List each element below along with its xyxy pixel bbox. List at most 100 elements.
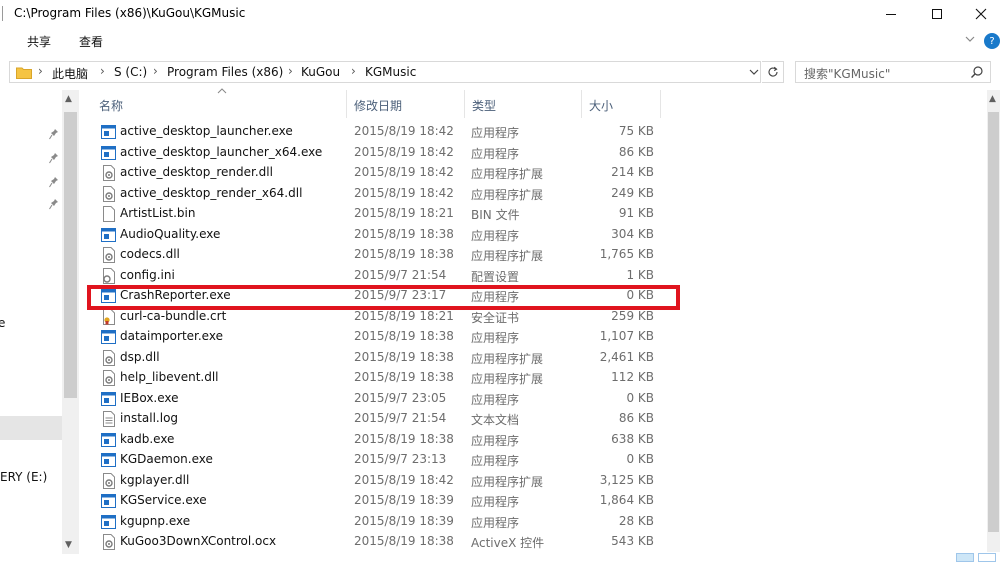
file-type: 应用程序 (471, 515, 520, 530)
file-date: 2015/8/19 18:42 (354, 472, 454, 487)
scroll-down-icon[interactable]: ▼ (65, 540, 72, 550)
file-row[interactable]: active_desktop_launcher_x64.exe 2015/8/19… (96, 143, 676, 163)
ribbon-tabs: 共享 查看 ? (0, 28, 1000, 54)
config-file-icon (101, 267, 116, 284)
file-size: 1 KB (626, 267, 654, 282)
file-list-scrollbar[interactable]: ▲ (987, 90, 1000, 552)
nav-scroll-thumb[interactable] (64, 112, 77, 398)
breadcrumb-kugou[interactable]: KuGou (301, 65, 340, 79)
file-list-scroll-thumb[interactable] (988, 112, 999, 532)
column-header-date[interactable]: 修改日期 (347, 90, 465, 118)
nav-item-selected[interactable] (0, 416, 62, 440)
file-size: 304 KB (611, 226, 654, 241)
tab-view[interactable]: 查看 (79, 33, 103, 50)
tab-share[interactable]: 共享 (27, 33, 51, 50)
file-row[interactable]: kgplayer.dll 2015/8/19 18:42 应用程序扩展 3,125 K… (96, 471, 676, 491)
file-type: 应用程序 (471, 228, 520, 243)
file-name: kgplayer.dll (120, 472, 190, 487)
breadcrumb-separator[interactable]: › (38, 64, 43, 78)
search-icon[interactable] (970, 65, 984, 79)
file-row[interactable]: dsp.dll 2015/8/19 18:38 应用程序扩展 2,461 KB (96, 348, 676, 368)
chevron-down-icon[interactable] (748, 65, 760, 79)
pin-icon[interactable] (49, 152, 59, 164)
file-row[interactable]: IEBox.exe 2015/9/7 23:05 应用程序 0 KB (96, 389, 676, 409)
file-row[interactable]: kgupnp.exe 2015/8/19 18:39 应用程序 28 KB (96, 512, 676, 532)
file-name: active_desktop_launcher_x64.exe (120, 144, 323, 159)
breadcrumb-program-files[interactable]: Program Files (x86) (167, 65, 283, 79)
search-placeholder: 搜索"KGMusic" (804, 67, 891, 81)
file-date: 2015/8/19 18:42 (354, 165, 454, 179)
pin-icon[interactable] (49, 198, 59, 210)
refresh-icon (767, 66, 778, 77)
column-header-name-label: 名称 (99, 99, 124, 113)
file-row[interactable]: config.ini 2015/9/7 21:54 配置设置 1 KB (96, 266, 676, 286)
breadcrumb-drive-c[interactable]: S (C:) (114, 65, 147, 79)
scroll-up-icon[interactable]: ▲ (989, 94, 996, 104)
large-icons-view-button[interactable] (978, 553, 996, 562)
file-row[interactable]: active_desktop_launcher.exe 2015/8/19 18:… (96, 122, 676, 142)
file-name: AudioQuality.exe (120, 226, 221, 241)
file-type: BIN 文件 (471, 208, 520, 222)
breadcrumb-separator[interactable]: › (100, 64, 105, 78)
file-type: 应用程序 (471, 126, 520, 140)
ribbon-expand-button[interactable] (964, 33, 976, 48)
breadcrumb-separator[interactable]: › (153, 64, 158, 78)
file-type: 应用程序扩展 (471, 351, 544, 366)
exe-file-icon (101, 145, 116, 161)
column-header-size[interactable]: 大小 (582, 90, 661, 118)
file-date: 2015/8/19 18:42 (354, 144, 454, 159)
search-input[interactable]: 搜索"KGMusic" (795, 61, 991, 83)
refresh-button[interactable] (762, 61, 784, 83)
file-row[interactable]: active_desktop_render_x64.dll 2015/8/19 1… (96, 184, 676, 204)
breadcrumb-separator[interactable]: › (351, 64, 356, 78)
pin-icon[interactable] (49, 176, 59, 188)
file-name: KGService.exe (120, 493, 207, 507)
nav-item-partial[interactable]: e (0, 316, 5, 330)
exe-file-icon (101, 452, 116, 468)
maximize-button[interactable] (914, 0, 960, 28)
file-row[interactable]: KuGoo3DownXControl.ocx 2015/8/19 18:38 Act… (96, 532, 676, 552)
scroll-up-icon[interactable]: ▲ (65, 94, 72, 104)
file-row[interactable]: install.log 2015/9/7 21:54 文本文档 86 KB (96, 409, 676, 429)
file-date: 2015/9/7 21:54 (354, 267, 447, 282)
file-type: 应用程序扩展 (471, 167, 544, 181)
file-type: 应用程序扩展 (471, 474, 544, 489)
file-size: 1,864 KB (599, 493, 654, 507)
column-header-name[interactable]: 名称 (92, 88, 347, 118)
breadcrumb-this-pc[interactable]: 此电脑 (52, 65, 88, 82)
nav-item-drive-e[interactable]: ERY (E:) (0, 470, 47, 484)
column-header-type[interactable]: 类型 (465, 90, 582, 118)
file-row[interactable]: KGDaemon.exe 2015/9/7 23:13 应用程序 0 KB (96, 450, 676, 470)
close-button[interactable] (958, 0, 1000, 28)
column-header-row: 名称 修改日期 类型 大小 (92, 88, 992, 118)
help-button[interactable]: ? (984, 33, 1000, 49)
file-row[interactable]: active_desktop_render.dll 2015/8/19 18:42… (96, 163, 676, 183)
exe-file-icon (101, 514, 116, 530)
breadcrumb-separator[interactable]: › (288, 64, 293, 78)
file-size: 2,461 KB (599, 349, 654, 364)
nav-scrollbar[interactable]: ▲ ▼ (62, 90, 79, 554)
address-bar[interactable]: › 此电脑 › S (C:) › Program Files (x86) › K… (9, 61, 761, 83)
exe-file-icon (101, 329, 116, 345)
file-row[interactable]: ArtistList.bin 2015/8/19 18:21 BIN 文件 91 KB (96, 204, 676, 224)
file-type: ActiveX 控件 (471, 536, 545, 550)
file-row[interactable]: codecs.dll 2015/8/19 18:38 应用程序扩展 1,765 KB (96, 245, 676, 265)
details-view-button[interactable] (956, 553, 974, 562)
file-name: curl-ca-bundle.crt (120, 308, 227, 323)
file-icon (101, 206, 116, 222)
file-date: 2015/8/19 18:21 (354, 308, 454, 323)
file-row[interactable]: kadb.exe 2015/8/19 18:38 应用程序 638 KB (96, 430, 676, 450)
breadcrumb-kgmusic[interactable]: KGMusic (365, 65, 416, 79)
minimize-button[interactable] (868, 0, 914, 28)
file-row[interactable]: AudioQuality.exe 2015/8/19 18:38 应用程序 304 K… (96, 225, 676, 245)
file-name: codecs.dll (120, 247, 180, 261)
file-date: 2015/8/19 18:38 (354, 247, 454, 261)
file-row[interactable]: KGService.exe 2015/8/19 18:39 应用程序 1,864 KB (96, 491, 676, 511)
pin-icon[interactable] (49, 128, 59, 140)
file-type: 配置设置 (471, 269, 520, 284)
file-row[interactable]: dataimporter.exe 2015/8/19 18:38 应用程序 1,107… (96, 327, 676, 347)
maximize-icon (932, 9, 942, 19)
file-name: help_libevent.dll (120, 370, 219, 384)
dll-file-icon (101, 534, 116, 550)
file-row[interactable]: help_libevent.dll 2015/8/19 18:38 应用程序扩展 11… (96, 368, 676, 388)
